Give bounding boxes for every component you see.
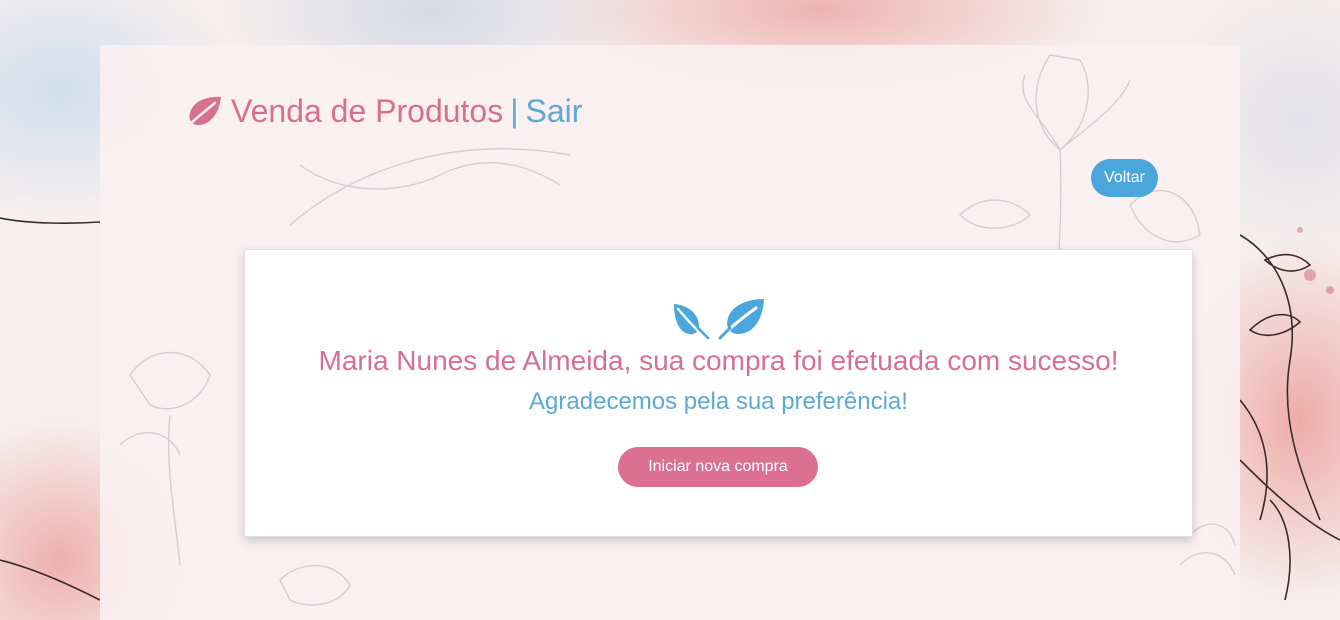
brand-header: Venda de Produtos | Sair	[185, 93, 582, 130]
logout-link[interactable]: Sair	[526, 93, 583, 130]
leaf-outline-icon	[673, 304, 709, 340]
main-panel: Venda de Produtos | Sair Voltar Maria Nu…	[100, 45, 1240, 620]
thanks-message: Agradecemos pela sua preferência!	[529, 388, 908, 415]
leaf-icon	[185, 96, 221, 128]
leaf-filled-icon	[718, 299, 764, 340]
back-button[interactable]: Voltar	[1091, 159, 1158, 197]
confirmation-card: Maria Nunes de Almeida, sua compra foi e…	[244, 249, 1193, 537]
brand-title: Venda de Produtos	[231, 93, 504, 129]
brand-separator: |	[510, 93, 519, 129]
new-purchase-button[interactable]: Iniciar nova compra	[618, 447, 818, 487]
success-message: Maria Nunes de Almeida, sua compra foi e…	[318, 345, 1119, 376]
confirmation-icons	[245, 298, 1192, 340]
